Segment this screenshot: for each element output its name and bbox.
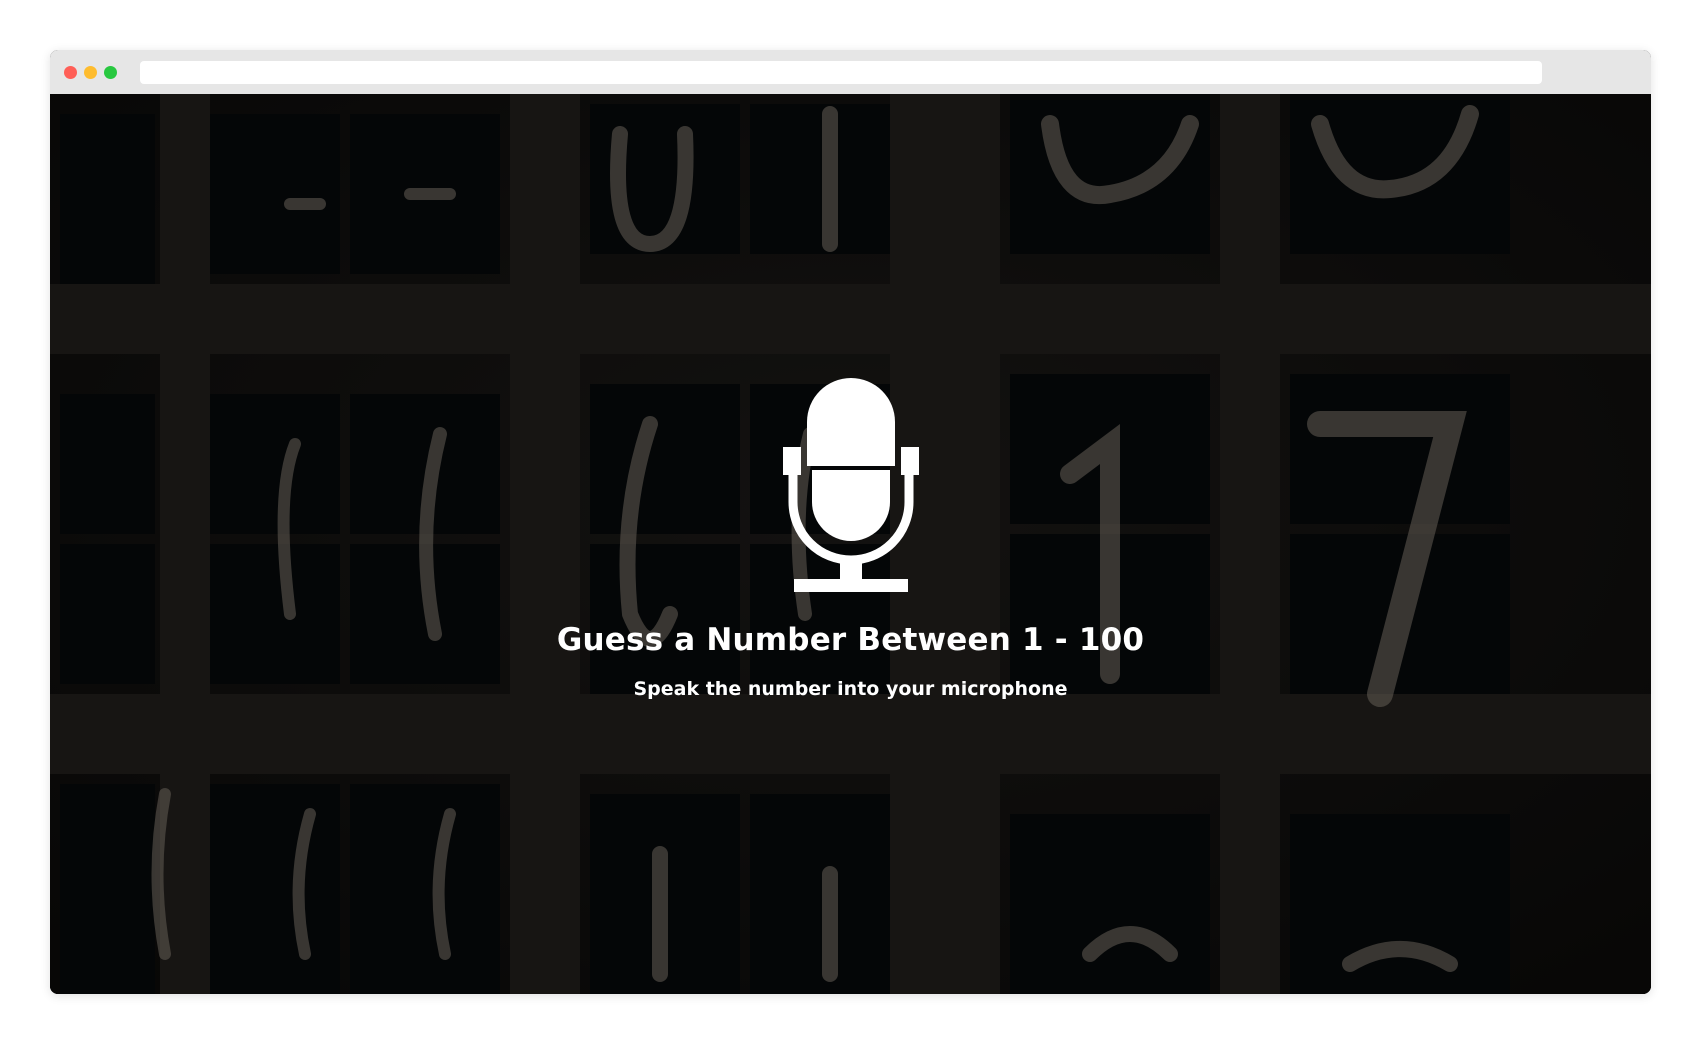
close-window-icon[interactable] [64, 66, 77, 79]
maximize-window-icon[interactable] [104, 66, 117, 79]
minimize-window-icon[interactable] [84, 66, 97, 79]
page-title: Guess a Number Between 1 - 100 [556, 622, 1145, 658]
page-viewport: Guess a Number Between 1 - 100 Speak the… [50, 94, 1651, 994]
browser-titlebar [50, 50, 1651, 94]
page-subtitle: Speak the number into your microphone [633, 678, 1068, 700]
microphone-icon[interactable] [780, 352, 922, 592]
browser-window: Guess a Number Between 1 - 100 Speak the… [50, 50, 1651, 994]
address-bar[interactable] [140, 61, 1542, 84]
hero-section: Guess a Number Between 1 - 100 Speak the… [50, 94, 1651, 994]
